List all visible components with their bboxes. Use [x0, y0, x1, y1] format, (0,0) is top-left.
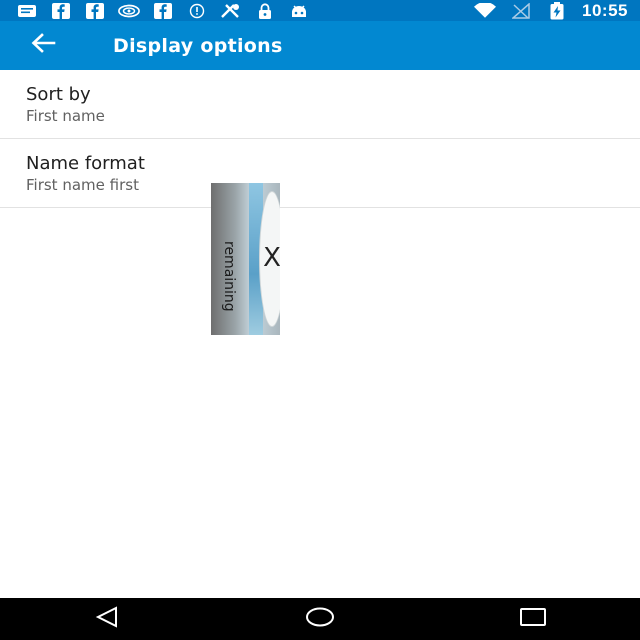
wifi-icon [474, 2, 497, 19]
cell-signal-icon [510, 2, 532, 19]
info-icon [186, 3, 208, 19]
preference-list: Sort by First name Name format First nam… [0, 70, 640, 208]
navigation-bar [0, 598, 640, 640]
nav-recents-button[interactable] [503, 598, 563, 640]
nvidia-icon [118, 3, 140, 19]
nav-back-button[interactable] [77, 598, 137, 640]
name-format-preference[interactable]: Name format First name first [0, 139, 640, 208]
message-icon [16, 3, 38, 19]
system-indicators: 10:55 [474, 1, 628, 21]
preference-title: Name format [26, 153, 145, 174]
preference-summary: First name first [26, 176, 139, 194]
battery-charging-icon [546, 1, 568, 19]
android-icon [288, 3, 310, 19]
nav-home-button[interactable] [290, 598, 350, 640]
preference-summary: First name [26, 107, 105, 125]
preference-title: Sort by [26, 84, 91, 105]
circle-home-icon [305, 606, 335, 633]
status-clock: 10:55 [582, 0, 628, 20]
sort-by-preference[interactable]: Sort by First name [0, 70, 640, 139]
facebook-icon [50, 2, 72, 19]
facebook-icon [84, 2, 106, 19]
close-icon[interactable]: X [263, 243, 280, 273]
status-bar: 10:55 [0, 0, 640, 21]
triangle-back-icon [95, 605, 119, 633]
no-signal-icon [220, 3, 242, 19]
ad-overlay[interactable]: remaining X [211, 183, 280, 335]
facebook-icon [152, 2, 174, 19]
ad-text: remaining [221, 241, 237, 312]
page-title: Display options [113, 34, 283, 57]
lock-icon [254, 2, 276, 19]
notification-icons [16, 2, 310, 19]
arrow-back-icon [30, 33, 56, 58]
app-bar: Display options [0, 21, 640, 70]
back-button[interactable] [0, 21, 88, 70]
square-recents-icon [519, 607, 547, 632]
